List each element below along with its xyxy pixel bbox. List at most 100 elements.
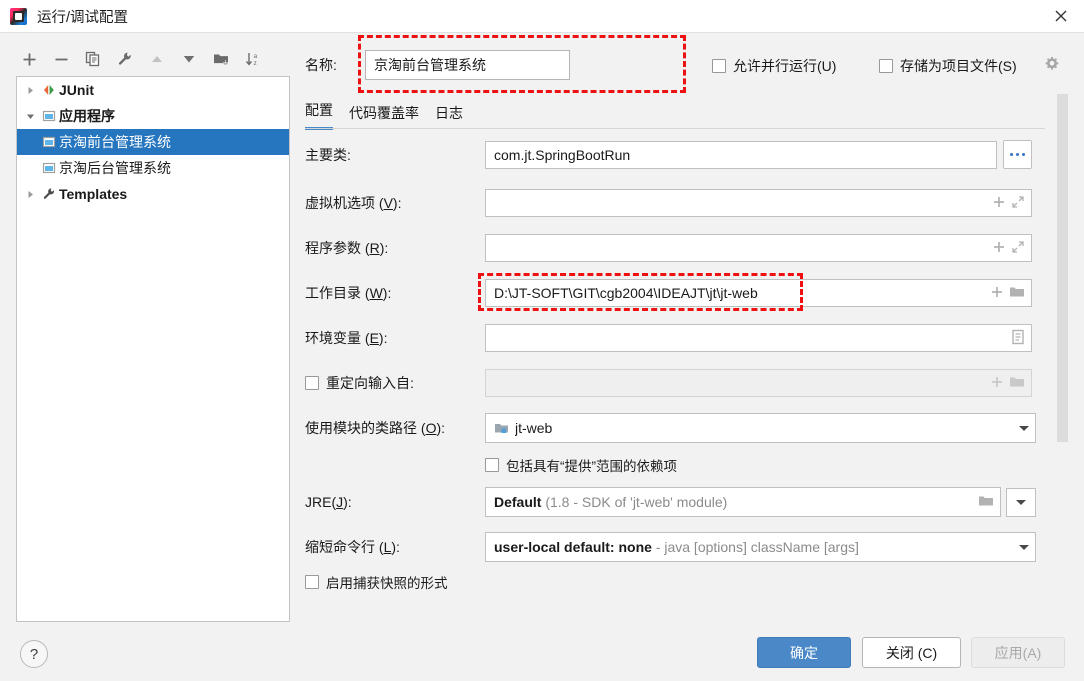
browse-main-class-button[interactable] xyxy=(1003,140,1032,169)
vm-options-input[interactable] xyxy=(485,189,1032,217)
program-arguments-label: 程序参数 (R): xyxy=(305,238,485,258)
jre-label: JRE(J): xyxy=(305,494,485,510)
tree-item-jt-front-config[interactable]: 京淘前台管理系统 xyxy=(17,129,289,155)
run-debug-configurations-dialog: 运行/调试配置 a z JUnit 应用程序 京淘前台管理系统 京淘后台管理系统… xyxy=(0,0,1084,681)
program-arguments-label-mnemonic: R xyxy=(369,240,380,256)
close-icon[interactable] xyxy=(1038,0,1084,32)
gear-icon[interactable] xyxy=(1044,56,1060,75)
include-provided-scope-checkbox[interactable]: 包括具有“提供”范围的依赖项 xyxy=(485,455,1084,475)
working-directory-label-mnemonic: W xyxy=(369,285,383,301)
main-class-input[interactable]: com.jt.SpringBootRun xyxy=(485,140,997,169)
expand-icon[interactable] xyxy=(1011,195,1025,212)
sort-az-icon[interactable]: a z xyxy=(238,45,268,73)
tree-item-label: Templates xyxy=(59,186,128,202)
checkbox-box[interactable] xyxy=(879,59,893,73)
vm-options-label: 虚拟机选项 (V): xyxy=(305,193,485,213)
shorten-command-line-label-suffix: ): xyxy=(391,539,400,555)
tree-item-jt-back-config[interactable]: 京淘后台管理系统 xyxy=(17,155,289,181)
name-input[interactable]: 京淘前台管理系统 xyxy=(365,50,570,80)
chevron-right-icon[interactable] xyxy=(21,86,39,95)
move-down-button[interactable] xyxy=(174,45,204,73)
wrench-icon xyxy=(39,187,59,201)
chevron-down-icon[interactable] xyxy=(21,112,39,121)
jre-value-detail: (1.8 - SDK of 'jt-web' module) xyxy=(545,494,728,510)
shorten-command-line-combobox[interactable]: user-local default: none - java [options… xyxy=(485,532,1036,562)
close-button[interactable]: 关闭 (C) xyxy=(862,637,961,668)
svg-text:a: a xyxy=(253,53,257,60)
list-icon[interactable] xyxy=(1011,329,1025,348)
folder-icon[interactable] xyxy=(978,494,994,511)
working-directory-input[interactable]: D:\JT-SOFT\GIT\cgb2004\IDEAJT\jt\jt-web xyxy=(485,279,1032,307)
configurations-toolbar: a z xyxy=(14,44,290,74)
redirect-input-label: 重定向输入自: xyxy=(326,375,414,391)
tree-item-junit[interactable]: JUnit xyxy=(17,77,289,103)
module-classpath-label-suffix: ): xyxy=(436,420,446,436)
tree-item-application-group[interactable]: 应用程序 xyxy=(17,103,289,129)
jre-label-prefix: JRE( xyxy=(305,494,337,510)
chevron-right-icon[interactable] xyxy=(21,190,39,199)
plus-icon[interactable] xyxy=(990,375,1004,392)
plus-icon[interactable] xyxy=(990,285,1004,302)
jre-combobox[interactable]: Default (1.8 - SDK of 'jt-web' module) xyxy=(485,487,1001,517)
application-icon xyxy=(39,135,59,149)
shorten-command-line-label-prefix: 缩短命令行 ( xyxy=(305,539,384,555)
store-as-project-file-label: 存储为项目文件(S) xyxy=(900,58,1017,74)
checkbox-box[interactable] xyxy=(305,575,319,589)
configurations-tree[interactable]: JUnit 应用程序 京淘前台管理系统 京淘后台管理系统 Templates xyxy=(16,76,290,622)
working-directory-row: 工作目录 (W): D:\JT-SOFT\GIT\cgb2004\IDEAJT\… xyxy=(305,279,1050,307)
folder-icon[interactable] xyxy=(1009,375,1025,392)
intellij-idea-icon xyxy=(10,7,27,25)
shorten-command-line-value-detail: - java [options] className [args] xyxy=(655,539,859,555)
tree-item-label: 京淘后台管理系统 xyxy=(59,160,171,176)
store-as-project-file-checkbox[interactable]: 存储为项目文件(S) xyxy=(879,56,1017,76)
apply-button[interactable]: 应用(A) xyxy=(971,637,1065,668)
svg-text:z: z xyxy=(253,60,256,67)
module-classpath-value: jt-web xyxy=(515,420,553,436)
tab-logs[interactable]: 日志 xyxy=(435,103,463,130)
program-arguments-label-prefix: 程序参数 ( xyxy=(305,240,370,256)
chevron-down-icon[interactable] xyxy=(1019,544,1029,550)
checkbox-box[interactable] xyxy=(712,59,726,73)
junit-icon xyxy=(39,83,59,97)
redirect-input-checkbox[interactable]: 重定向输入自: xyxy=(305,373,485,393)
copy-configuration-button[interactable] xyxy=(78,45,108,73)
tab-divider xyxy=(305,128,1045,129)
form-scrollbar[interactable] xyxy=(1057,94,1068,442)
checkbox-box[interactable] xyxy=(485,458,499,472)
tab-code-coverage[interactable]: 代码覆盖率 xyxy=(349,103,419,130)
module-classpath-label: 使用模块的类路径 (O): xyxy=(305,418,485,438)
allow-parallel-run-label: 允许并行运行(U) xyxy=(733,58,837,74)
vm-options-label-mnemonic: V xyxy=(383,195,393,211)
module-icon xyxy=(494,421,509,436)
working-directory-label-prefix: 工作目录 ( xyxy=(305,285,370,301)
module-classpath-combobox[interactable]: jt-web xyxy=(485,413,1036,443)
folder-icon[interactable] xyxy=(1009,285,1025,302)
tab-configuration[interactable]: 配置 xyxy=(305,100,333,130)
main-class-value: com.jt.SpringBootRun xyxy=(494,146,631,163)
environment-variables-label-prefix: 环境变量 ( xyxy=(305,330,370,346)
plus-icon[interactable] xyxy=(992,195,1006,212)
jre-dropdown-button[interactable] xyxy=(1006,487,1036,517)
environment-variables-label-suffix: ): xyxy=(378,330,388,346)
shorten-command-line-label: 缩短命令行 (L): xyxy=(305,537,485,557)
remove-configuration-button[interactable] xyxy=(46,45,76,73)
program-arguments-row: 程序参数 (R): xyxy=(305,234,1050,262)
tree-item-templates[interactable]: Templates xyxy=(17,181,289,207)
expand-icon[interactable] xyxy=(1011,240,1025,257)
plus-icon[interactable] xyxy=(992,240,1006,257)
include-provided-scope-label: 包括具有“提供”范围的依赖项 xyxy=(506,459,677,474)
ok-button[interactable]: 确定 xyxy=(757,637,851,668)
environment-variables-input[interactable] xyxy=(485,324,1032,352)
wrench-icon[interactable] xyxy=(110,45,140,73)
folder-add-icon[interactable] xyxy=(206,45,236,73)
help-button[interactable]: ? xyxy=(20,640,48,668)
checkbox-box[interactable] xyxy=(305,376,319,390)
allow-parallel-run-checkbox[interactable]: 允许并行运行(U) xyxy=(712,56,836,76)
main-class-label: 主要类: xyxy=(305,146,351,163)
chevron-down-icon[interactable] xyxy=(1019,425,1029,431)
move-up-button[interactable] xyxy=(142,45,172,73)
enable-capture-snapshot-checkbox[interactable]: 启用捕获快照的形式 xyxy=(305,572,1050,592)
add-configuration-button[interactable] xyxy=(14,45,44,73)
redirect-input-field[interactable] xyxy=(485,369,1032,397)
program-arguments-input[interactable] xyxy=(485,234,1032,262)
